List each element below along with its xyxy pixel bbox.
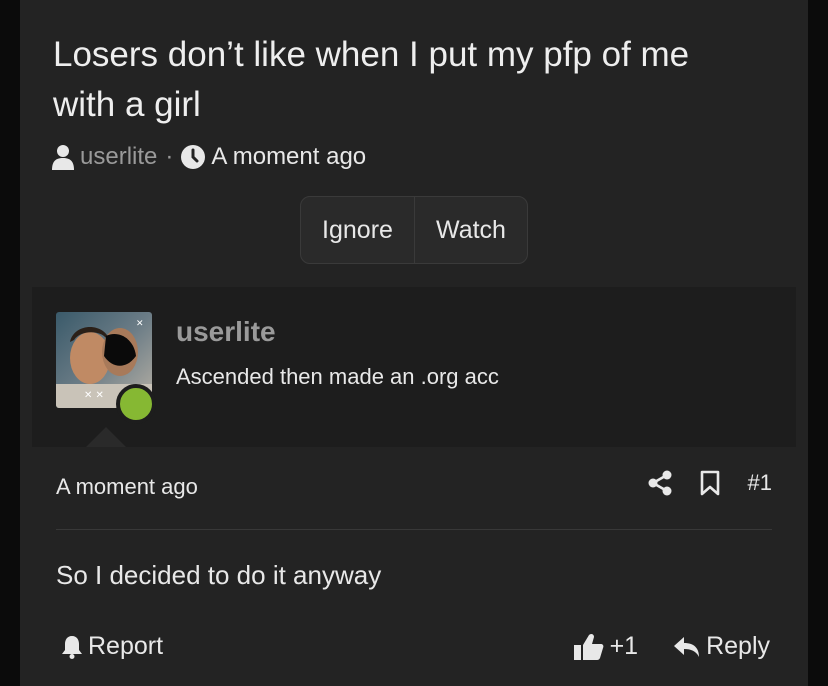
online-status-indicator [116,384,156,424]
report-link[interactable]: Report [62,632,163,661]
thread-time[interactable]: A moment ago [211,143,366,171]
thumbs-up-icon [573,633,604,661]
reaction-button[interactable]: +1 [573,632,639,661]
thread-title: Losers don’t like when I put my pfp of m… [53,35,690,124]
share-icon[interactable] [648,470,672,496]
svg-text:✕: ✕ [136,319,144,329]
user-title: Ascended then made an .org acc [176,364,499,389]
clock-icon [181,145,206,169]
report-label: Report [88,632,164,660]
post-divider [56,529,772,530]
thread-action-group: Ignore Watch [300,196,528,264]
svg-text:✕ ✕: ✕ ✕ [84,390,104,401]
post-body: So I decided to do it anyway [56,560,382,590]
reaction-count: +1 [609,632,639,660]
post-actions: #1 [648,470,772,496]
post-username[interactable]: userlite [176,316,276,348]
reply-button[interactable]: Reply [674,632,770,661]
post-time[interactable]: A moment ago [56,474,198,500]
thread-author-link[interactable]: userlite [80,143,157,171]
ignore-button[interactable]: Ignore [301,197,414,263]
thread-panel: Losers don’t like when I put my pfp of m… [20,0,808,686]
reply-icon [674,636,700,658]
watch-button[interactable]: Watch [414,197,527,263]
user-block-arrow [86,427,126,447]
meta-separator: · [165,143,174,170]
bookmark-icon[interactable] [700,470,720,496]
post-number-link[interactable]: #1 [748,470,772,496]
thread-meta: userlite · A moment ago [52,141,366,173]
user-icon [52,144,74,170]
post-footer-actions: +1 Reply [573,632,770,661]
bell-icon [62,635,82,659]
reply-label: Reply [706,632,770,660]
